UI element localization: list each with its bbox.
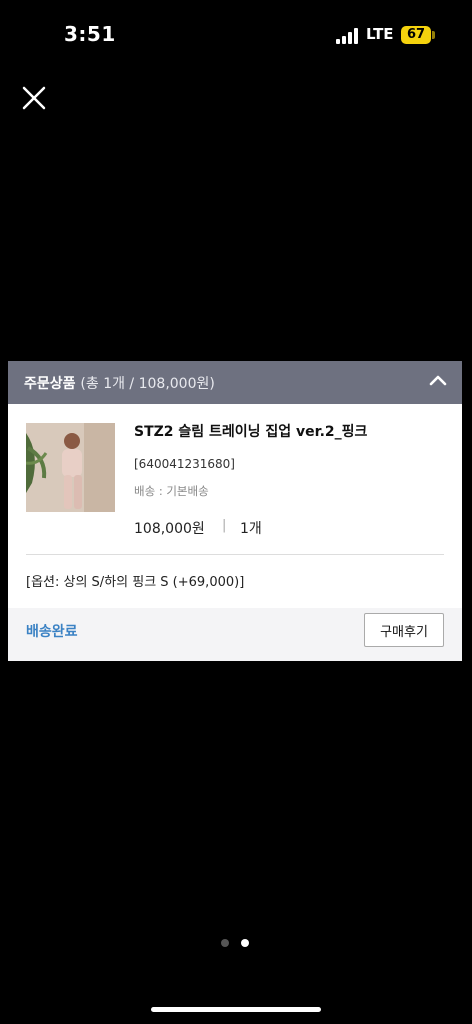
price-separator: | [222, 518, 227, 533]
order-header[interactable]: 주문상품 (총 1개 / 108,000원) [8, 361, 462, 404]
battery-tip [432, 31, 435, 39]
shipping-method: 배송 : 기본배송 [134, 484, 209, 498]
order-summary: (총 1개 / 108,000원) [80, 376, 215, 392]
page-dot-2[interactable] [241, 939, 249, 947]
order-header-title: 주문상품 (총 1개 / 108,000원) [24, 373, 215, 393]
product-thumbnail[interactable] [26, 423, 115, 512]
status-bar: 3:51 LTE 67 [0, 0, 472, 70]
section-title: 주문상품 [24, 376, 76, 392]
close-icon[interactable] [20, 84, 48, 112]
chevron-up-icon[interactable] [428, 371, 448, 391]
battery-icon: 67 [401, 26, 431, 44]
delivery-status-link[interactable]: 배송완료 [26, 621, 78, 641]
order-footer: 배송완료 구매후기 [8, 608, 462, 661]
page-indicator [221, 939, 251, 947]
product-quantity: 1개 [240, 521, 262, 537]
product-price: 108,000원 [134, 521, 205, 537]
home-indicator[interactable] [151, 1007, 321, 1012]
divider [26, 554, 444, 555]
write-review-button[interactable]: 구매후기 [364, 613, 444, 647]
product-code: [640041231680] [134, 457, 235, 471]
status-time: 3:51 [64, 22, 116, 46]
order-card: 주문상품 (총 1개 / 108,000원) STZ2 슬림 트레이닝 집업 v… [8, 361, 462, 661]
network-label: LTE [366, 25, 394, 43]
product-name[interactable]: STZ2 슬림 트레이닝 집업 ver.2_핑크 [134, 421, 367, 441]
product-option: [옵션: 상의 S/하의 핑크 S (+69,000)] [26, 575, 245, 590]
signal-icon [336, 28, 360, 44]
page-dot-1[interactable] [221, 939, 229, 947]
